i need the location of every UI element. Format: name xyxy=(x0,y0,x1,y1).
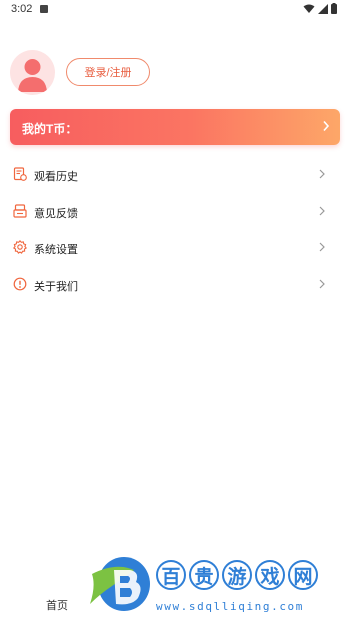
history-icon xyxy=(13,167,27,181)
watermark-char: 贵 xyxy=(189,560,219,590)
menu-item-settings[interactable]: 系统设置 xyxy=(0,230,349,267)
watermark-char: 百 xyxy=(156,560,186,590)
info-icon xyxy=(13,277,27,290)
chevron-right-icon xyxy=(319,242,325,252)
chevron-right-icon xyxy=(319,169,325,179)
menu-item-about[interactable]: 关于我们 xyxy=(0,267,349,304)
menu-label-feedback: 意见反馈 xyxy=(34,207,78,220)
feedback-icon xyxy=(13,203,27,218)
notification-icon xyxy=(40,5,48,13)
status-time: 3:02 xyxy=(11,3,33,15)
login-register-button[interactable]: 登录/注册 xyxy=(66,58,150,86)
user-avatar-icon xyxy=(18,59,47,92)
chevron-right-icon xyxy=(323,120,330,132)
tab-home[interactable]: 首页 xyxy=(46,597,68,613)
menu-label-about: 关于我们 xyxy=(34,280,78,293)
menu-item-history[interactable]: 观看历史 xyxy=(0,157,349,194)
chevron-right-icon xyxy=(319,279,325,288)
menu-label-settings: 系统设置 xyxy=(34,244,78,256)
watermark-logo-icon xyxy=(90,557,150,611)
wifi-icon xyxy=(303,4,315,13)
settings-menu: 观看历史 意见反馈 系统设置 关于我们 xyxy=(0,157,349,303)
chevron-right-icon xyxy=(319,206,325,215)
signal-icon xyxy=(318,3,328,14)
watermark-char: 戏 xyxy=(255,560,285,590)
battery-icon xyxy=(331,3,337,14)
tcoin-label: 我的T币： xyxy=(22,122,78,136)
watermark-title: 百 贵 游 戏 网 xyxy=(156,560,318,590)
status-icons xyxy=(303,3,337,14)
settings-gear-icon xyxy=(13,240,27,254)
watermark-char: 游 xyxy=(222,560,252,590)
menu-label-history: 观看历史 xyxy=(34,171,78,183)
watermark: 百 贵 游 戏 网 www.sdqlliqing.com xyxy=(86,556,346,618)
avatar[interactable] xyxy=(10,50,55,95)
tcoin-card[interactable]: 我的T币： xyxy=(10,109,340,145)
profile-section: 登录/注册 xyxy=(10,50,340,95)
status-bar: 3:02 xyxy=(0,0,349,20)
watermark-char: 网 xyxy=(288,560,318,590)
menu-item-feedback[interactable]: 意见反馈 xyxy=(0,194,349,231)
watermark-url: www.sdqlliqing.com xyxy=(156,600,305,613)
